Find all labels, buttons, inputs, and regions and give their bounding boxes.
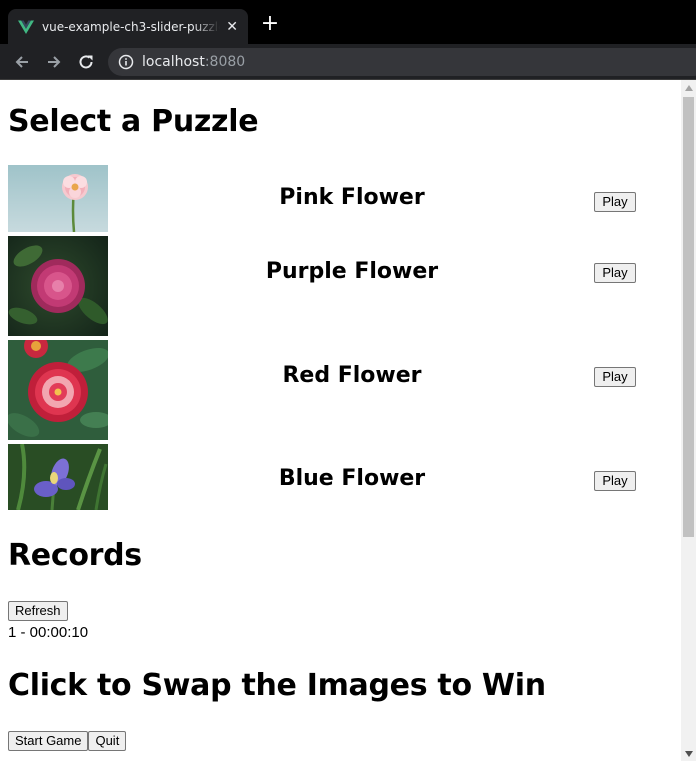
- back-button[interactable]: [11, 51, 33, 73]
- vertical-scrollbar[interactable]: [681, 80, 696, 761]
- play-button-red[interactable]: Play: [594, 367, 636, 387]
- play-button-purple[interactable]: Play: [594, 263, 636, 283]
- tab-close-icon[interactable]: ✕: [226, 20, 238, 34]
- puzzle-row-red: Red Flower Play: [8, 340, 668, 440]
- back-arrow-icon: [15, 56, 28, 68]
- reload-button[interactable]: [75, 51, 97, 73]
- reload-icon: [79, 55, 93, 69]
- page-viewport: Select a Puzzle Pink Flower Play Purple …: [0, 80, 681, 761]
- blue-flower-image: [8, 444, 108, 510]
- play-button-blue[interactable]: Play: [594, 471, 636, 491]
- puzzle-row-blue: Blue Flower Play: [8, 444, 668, 510]
- select-puzzle-heading: Select a Puzzle: [8, 104, 259, 139]
- puzzle-name: Pink Flower: [279, 185, 425, 210]
- quit-button[interactable]: Quit: [88, 731, 127, 751]
- puzzle-row-pink: Pink Flower Play: [8, 165, 668, 232]
- browser-tab-strip: vue-example-ch3-slider-puzzle ✕ +: [0, 0, 696, 44]
- purple-flower-image: [8, 236, 108, 336]
- browser-tab[interactable]: vue-example-ch3-slider-puzzle ✕: [8, 9, 248, 44]
- scrollbar-thumb[interactable]: [683, 97, 694, 537]
- url-host: localhost: [142, 54, 205, 70]
- play-button-pink[interactable]: Play: [594, 192, 636, 212]
- puzzle-name: Red Flower: [282, 363, 422, 388]
- scroll-down-arrow-icon[interactable]: [681, 746, 696, 761]
- records-heading: Records: [8, 538, 142, 573]
- new-tab-button[interactable]: +: [258, 12, 282, 36]
- browser-toolbar: localhost :8080: [0, 44, 696, 80]
- forward-arrow-icon: [48, 56, 61, 68]
- scroll-up-arrow-icon[interactable]: [681, 80, 696, 95]
- info-icon[interactable]: [118, 54, 134, 70]
- refresh-button[interactable]: Refresh: [8, 601, 68, 621]
- game-controls: Start Game Quit: [8, 731, 127, 751]
- puzzle-name: Blue Flower: [278, 466, 426, 491]
- url-port: :8080: [204, 54, 246, 70]
- forward-button[interactable]: [43, 51, 65, 73]
- game-heading: Click to Swap the Images to Win: [8, 668, 546, 703]
- red-flower-image: [8, 340, 108, 440]
- address-bar[interactable]: localhost :8080: [108, 48, 696, 76]
- pink-flower-image: [8, 165, 108, 232]
- record-item: 1 - 00:00:10: [8, 624, 89, 641]
- start-game-button[interactable]: Start Game: [8, 731, 89, 751]
- tab-title: vue-example-ch3-slider-puzzle: [42, 19, 221, 34]
- puzzle-name: Purple Flower: [265, 259, 439, 284]
- vue-logo-icon: [18, 20, 34, 34]
- puzzle-row-purple: Purple Flower Play: [8, 236, 668, 336]
